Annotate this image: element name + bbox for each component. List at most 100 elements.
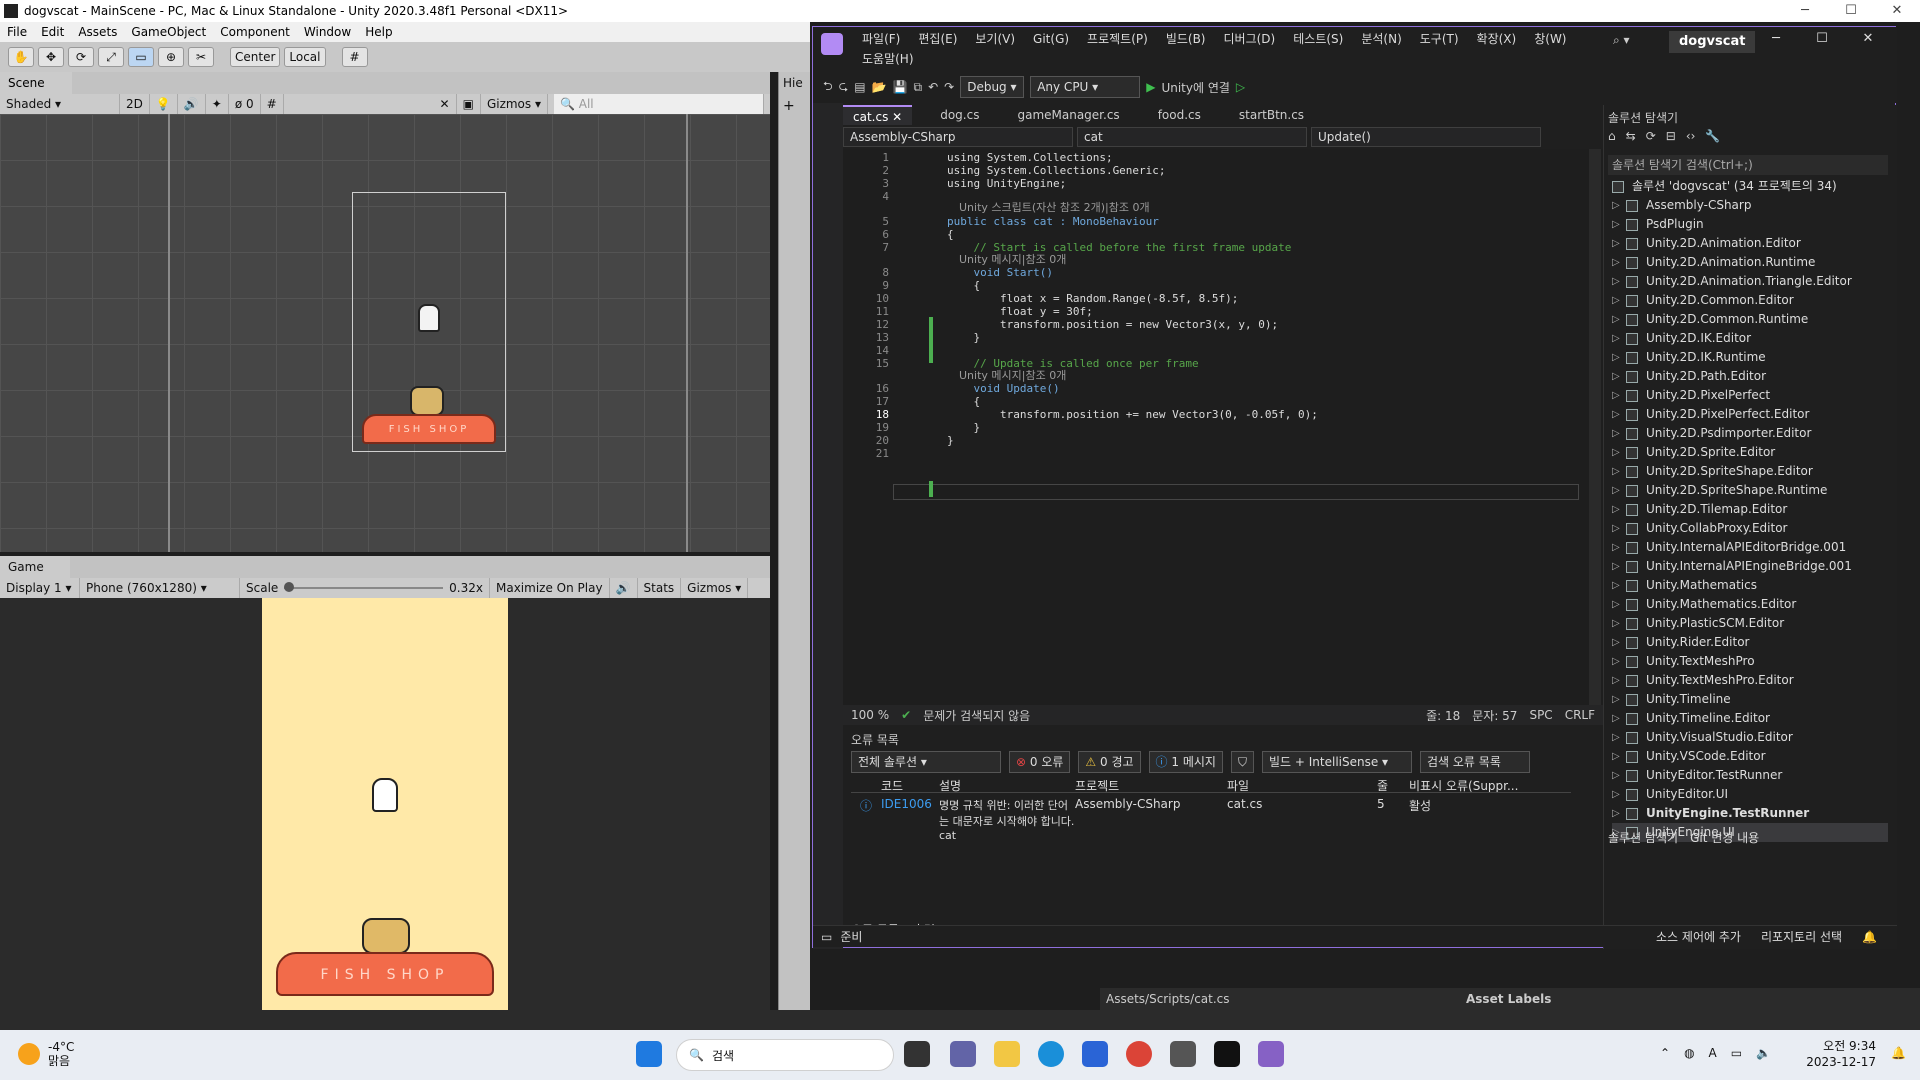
scale-slider[interactable]: Scale 0.32x bbox=[240, 578, 490, 598]
col-code[interactable]: 코드 bbox=[881, 777, 939, 793]
error-search-input[interactable]: 검색 오류 목록 bbox=[1419, 751, 1530, 773]
redo-icon[interactable]: ↷ bbox=[944, 80, 954, 94]
game-gizmos-dropdown[interactable]: Gizmos ▾ bbox=[681, 578, 749, 598]
camera-icon[interactable]: ▣ bbox=[457, 94, 481, 114]
pivot-local-button[interactable]: Local bbox=[284, 47, 326, 67]
rotate-tool-icon[interactable]: ⟳ bbox=[68, 47, 94, 67]
project-item[interactable]: ▷ Unity.PlasticSCM.Editor bbox=[1612, 614, 1888, 633]
se-refresh-icon[interactable]: ⟳ bbox=[1646, 129, 1656, 143]
volume-icon[interactable]: 🔈 bbox=[1756, 1046, 1771, 1060]
project-item[interactable]: ▷ Unity.2D.SpriteShape.Editor bbox=[1612, 462, 1888, 481]
platform-dropdown[interactable]: Any CPU ▾ bbox=[1030, 76, 1141, 98]
vs-menu-view[interactable]: 보기(V) bbox=[966, 29, 1024, 49]
se-search-input[interactable]: 솔루션 탐색기 검색(Ctrl+;) bbox=[1608, 155, 1888, 175]
se-collapse-icon[interactable]: ⊟ bbox=[1666, 129, 1676, 143]
expand-chevron-icon[interactable]: ▷ bbox=[1612, 576, 1626, 595]
expand-chevron-icon[interactable]: ▷ bbox=[1612, 348, 1626, 367]
cat-sprite[interactable] bbox=[418, 304, 440, 332]
close-icon[interactable]: ✕ bbox=[1874, 0, 1920, 22]
grid-snap-icon[interactable]: # bbox=[341, 47, 368, 67]
visual-studio-icon[interactable] bbox=[1258, 1041, 1284, 1067]
expand-chevron-icon[interactable]: ▷ bbox=[1612, 690, 1626, 709]
expand-chevron-icon[interactable]: ▷ bbox=[1612, 766, 1626, 785]
expand-chevron-icon[interactable]: ▷ bbox=[1612, 310, 1626, 329]
project-item[interactable]: ▷ Unity.TextMeshPro.Editor bbox=[1612, 671, 1888, 690]
menu-assets[interactable]: Assets bbox=[71, 25, 124, 39]
col-desc[interactable]: 설명 bbox=[939, 777, 1075, 793]
project-item[interactable]: ▷ Unity.2D.Common.Editor bbox=[1612, 291, 1888, 310]
weather-widget[interactable]: -4°C 맑음 bbox=[18, 1040, 74, 1068]
project-item[interactable]: ▷ Unity.2D.PixelPerfect.Editor bbox=[1612, 405, 1888, 424]
tab-cat-cs[interactable]: cat.cs ✕ bbox=[843, 105, 913, 125]
menu-help[interactable]: Help bbox=[358, 25, 399, 39]
issues-status[interactable]: 문제가 검색되지 않음 bbox=[923, 707, 1030, 724]
project-item[interactable]: ▷ Unity.2D.PixelPerfect bbox=[1612, 386, 1888, 405]
expand-chevron-icon[interactable]: ▷ bbox=[1612, 462, 1626, 481]
tab-scene[interactable]: Scene bbox=[0, 72, 72, 94]
scope-dropdown[interactable]: 전체 솔루션 ▾ bbox=[851, 751, 1001, 773]
grid-icon[interactable]: # bbox=[261, 94, 284, 114]
solution-root[interactable]: 솔루션 'dogvscat' (34 프로젝트의 34) bbox=[1612, 177, 1888, 196]
project-item[interactable]: ▷ Unity.TextMeshPro bbox=[1612, 652, 1888, 671]
expand-chevron-icon[interactable]: ▷ bbox=[1612, 291, 1626, 310]
vs-menu-window[interactable]: 창(W) bbox=[1525, 29, 1575, 49]
minimize-icon[interactable]: ─ bbox=[1782, 0, 1828, 22]
expand-chevron-icon[interactable]: ▷ bbox=[1612, 367, 1626, 386]
project-item[interactable]: ▷ Unity.VSCode.Editor bbox=[1612, 747, 1888, 766]
maximize-on-play-toggle[interactable]: Maximize On Play bbox=[490, 578, 610, 598]
project-item[interactable]: ▷ Unity.InternalAPIEngineBridge.001 bbox=[1612, 557, 1888, 576]
code-editor[interactable]: Unity 스크립트(자산 참조 2개)|참조 0개 Unity 메시지|참조 … bbox=[843, 149, 1603, 705]
class-codelens[interactable]: Unity 스크립트(자산 참조 2개)|참조 0개 bbox=[959, 199, 1150, 215]
project-item[interactable]: ▷ Assembly-CSharp bbox=[1612, 196, 1888, 215]
expand-chevron-icon[interactable]: ▷ bbox=[1612, 652, 1626, 671]
expand-chevron-icon[interactable]: ▷ bbox=[1612, 709, 1626, 728]
vs-menu-build[interactable]: 빌드(B) bbox=[1157, 29, 1215, 49]
zoom-level[interactable]: 100 % bbox=[851, 708, 889, 722]
menu-file[interactable]: File bbox=[0, 25, 34, 39]
tools-icon[interactable]: ✕ bbox=[434, 94, 457, 114]
custom-tool-icon[interactable]: ✂ bbox=[188, 47, 214, 67]
expand-chevron-icon[interactable]: ▷ bbox=[1612, 234, 1626, 253]
project-item[interactable]: ▷ Unity.Mathematics.Editor bbox=[1612, 595, 1888, 614]
mode-2d-toggle[interactable]: 2D bbox=[120, 94, 150, 114]
vs-menu-tools[interactable]: 도구(T) bbox=[1411, 29, 1468, 49]
vs-menu-edit[interactable]: 편집(E) bbox=[909, 29, 966, 49]
notification-bell-icon[interactable]: 🔔 bbox=[1891, 1046, 1906, 1060]
maximize-icon[interactable]: ☐ bbox=[1828, 0, 1874, 22]
vs-menu-test[interactable]: 테스트(S) bbox=[1284, 29, 1352, 49]
vs-menu-analyze[interactable]: 분석(N) bbox=[1352, 29, 1410, 49]
vs-menu-project[interactable]: 프로젝트(P) bbox=[1078, 29, 1157, 49]
move-tool-icon[interactable]: ✥ bbox=[38, 47, 64, 67]
expand-chevron-icon[interactable]: ▷ bbox=[1612, 424, 1626, 443]
scene-search-input[interactable]: 🔍 All bbox=[554, 94, 764, 114]
vs-maximize-icon[interactable]: ☐ bbox=[1799, 31, 1845, 46]
project-item[interactable]: ▷ Unity.2D.Common.Runtime bbox=[1612, 310, 1888, 329]
unity-editor-icon[interactable] bbox=[1214, 1041, 1240, 1067]
display-icon[interactable]: ▭ bbox=[1731, 1046, 1742, 1060]
expand-chevron-icon[interactable]: ▷ bbox=[1612, 215, 1626, 234]
expand-chevron-icon[interactable]: ▷ bbox=[1612, 595, 1626, 614]
teams-icon[interactable] bbox=[950, 1041, 976, 1067]
tab-close-icon[interactable]: ✕ bbox=[892, 110, 902, 124]
editor-scrollbar[interactable] bbox=[1589, 149, 1601, 705]
expand-chevron-icon[interactable]: ▷ bbox=[1612, 671, 1626, 690]
expand-chevron-icon[interactable]: ▷ bbox=[1612, 614, 1626, 633]
clock[interactable]: 오전 9:34 2023-12-17 bbox=[1806, 1038, 1876, 1070]
project-item[interactable]: ▷ Unity.2D.Animation.Triangle.Editor bbox=[1612, 272, 1888, 291]
expand-chevron-icon[interactable]: ▷ bbox=[1612, 500, 1626, 519]
tab-startbtn-cs[interactable]: startBtn.cs bbox=[1229, 105, 1314, 125]
unity-hub-icon[interactable] bbox=[1170, 1041, 1196, 1067]
se-home-icon[interactable]: ⌂ bbox=[1608, 129, 1616, 143]
project-item[interactable]: ▷ Unity.2D.SpriteShape.Runtime bbox=[1612, 481, 1888, 500]
resolution-dropdown[interactable]: Phone (760x1280) ▾ bbox=[80, 578, 240, 598]
scale-thumb[interactable] bbox=[284, 582, 295, 592]
error-row[interactable]: ⓘ IDE1006 명명 규칙 위반: 이러한 단어는 대문자로 시작해야 합니… bbox=[851, 797, 1571, 842]
save-all-icon[interactable]: ⧉ bbox=[914, 80, 923, 95]
nav-project-dropdown[interactable]: Assembly-CSharp bbox=[843, 127, 1073, 147]
indent-mode[interactable]: SPC bbox=[1529, 708, 1552, 722]
play-icon[interactable]: ▶ bbox=[1146, 80, 1155, 94]
expand-chevron-icon[interactable]: ▷ bbox=[1612, 405, 1626, 424]
vs-close-icon[interactable]: ✕ bbox=[1845, 31, 1891, 46]
menu-gameobject[interactable]: GameObject bbox=[124, 25, 213, 39]
add-source-control[interactable]: 소스 제어에 추가 bbox=[1656, 928, 1741, 945]
